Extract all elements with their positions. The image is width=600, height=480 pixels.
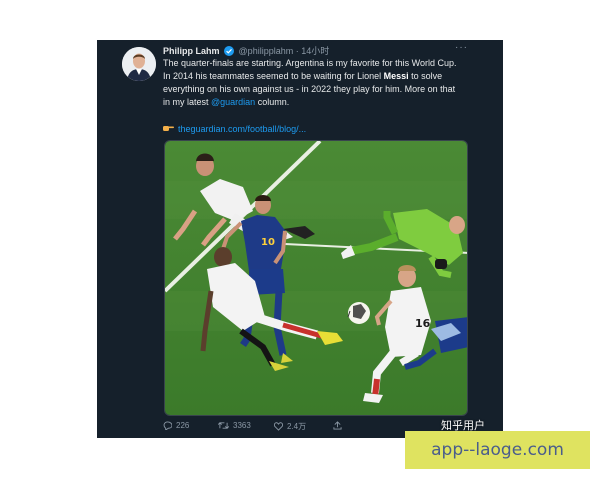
share-icon <box>333 421 342 430</box>
reply-count: 226 <box>176 421 190 430</box>
share-action[interactable] <box>333 421 342 430</box>
tweet-card: Philipp Lahm @philipplahm · 14小时 ··· The… <box>97 40 503 438</box>
heart-icon <box>274 422 283 431</box>
tweet-text-part-3: column. <box>255 97 290 107</box>
author-handle[interactable]: @philipplahm <box>239 46 294 56</box>
retweet-count: 3363 <box>233 421 251 430</box>
football <box>347 302 370 324</box>
reply-icon <box>163 421 172 430</box>
like-count: 2.4万 <box>287 422 307 431</box>
author-avatar[interactable] <box>122 47 156 81</box>
pointing-hand-icon <box>163 123 174 135</box>
like-action[interactable]: 2.4万 <box>274 421 306 432</box>
guardian-mention[interactable]: @guardian <box>211 97 255 107</box>
tweet-text-bold[interactable]: Messi <box>384 71 409 81</box>
tweet-text: The quarter-finals are starting. Argenti… <box>163 57 463 109</box>
jersey-number-16: 16 <box>415 317 431 330</box>
retweet-icon <box>218 422 229 429</box>
watermark-banner: app--laoge.com <box>405 431 590 469</box>
more-options-icon[interactable]: ··· <box>455 42 468 53</box>
jersey-number-10: 10 <box>261 237 275 248</box>
tweet-timestamp[interactable]: 14小时 <box>301 46 329 56</box>
article-link[interactable]: theguardian.com/football/blog/... <box>178 124 306 134</box>
retweet-action[interactable]: 3363 <box>218 421 251 430</box>
reply-action[interactable]: 226 <box>163 421 189 430</box>
author-name[interactable]: Philipp Lahm <box>163 46 220 56</box>
tweet-photo[interactable]: 10 16 <box>164 140 468 416</box>
article-link-row[interactable]: theguardian.com/football/blog/... <box>163 123 306 135</box>
